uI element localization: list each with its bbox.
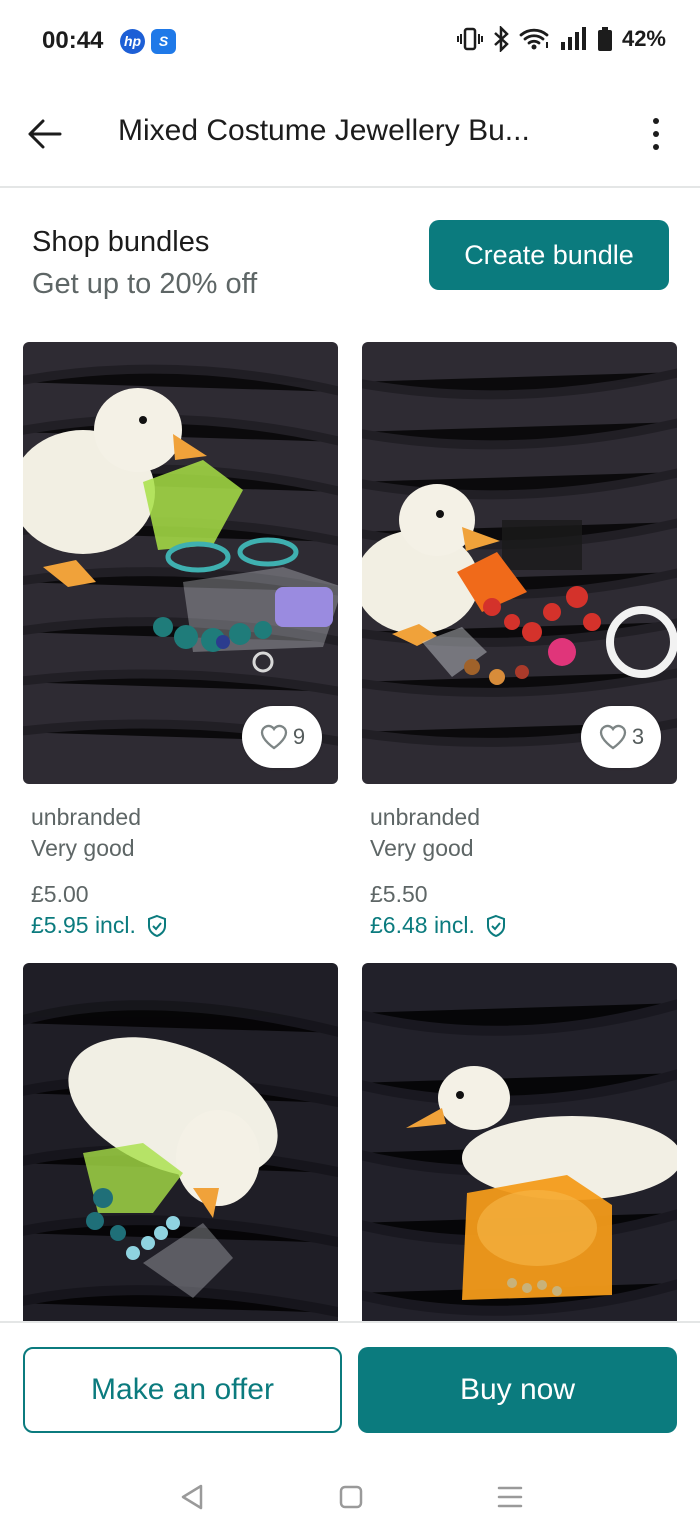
heart-icon [260, 724, 288, 750]
favourite-count: 9 [292, 724, 306, 749]
item-photo[interactable] [23, 963, 338, 1323]
signal-icon [560, 27, 586, 50]
item-price-incl-text: £5.95 incl. [31, 912, 136, 938]
item-condition: Very good [31, 835, 135, 861]
status-icons: 42% [456, 26, 666, 52]
shield-check-icon[interactable] [146, 914, 168, 938]
shazam-icon: S [151, 29, 176, 54]
item-photo[interactable] [362, 963, 677, 1323]
nav-home-button[interactable] [333, 1479, 369, 1515]
item-price: £5.50 [370, 881, 428, 907]
bluetooth-icon [494, 26, 509, 52]
nav-back-button[interactable] [174, 1479, 210, 1515]
item-photo[interactable]: 3 [362, 342, 677, 784]
hp-app-icon: hp [120, 29, 145, 54]
item-card[interactable] [23, 963, 338, 1323]
home-square-icon [339, 1485, 363, 1509]
status-time: 00:44 [42, 27, 104, 54]
nav-recents-button[interactable] [492, 1479, 528, 1515]
more-options-button[interactable] [636, 110, 676, 158]
item-brand: unbranded [370, 804, 480, 830]
item-price-incl: £6.48 incl. [370, 912, 507, 939]
arrow-left-icon [28, 119, 62, 149]
item-price: £5.00 [31, 881, 89, 907]
back-button[interactable] [22, 112, 66, 156]
battery-percentage: 42% [621, 26, 666, 51]
bundle-subtitle: Get up to 20% off [32, 268, 258, 300]
vibrate-icon [456, 27, 483, 51]
item-brand: unbranded [31, 804, 141, 830]
battery-icon [597, 27, 612, 51]
favourite-button[interactable]: 9 [242, 706, 322, 768]
wifi-icon [519, 28, 549, 50]
app-header: Mixed Costume Jewellery Bu... [0, 84, 700, 188]
bundle-title: Shop bundles [32, 226, 210, 258]
page-title: Mixed Costume Jewellery Bu... [118, 114, 530, 147]
back-triangle-icon [181, 1484, 203, 1510]
item-card[interactable] [362, 963, 677, 1323]
more-vertical-icon [653, 118, 659, 124]
system-nav-bar [0, 1455, 700, 1540]
status-bar: 00:44 hp S 42% [0, 0, 700, 84]
shield-check-icon[interactable] [485, 914, 507, 938]
item-price-incl-text: £6.48 incl. [370, 912, 475, 938]
item-price-incl: £5.95 incl. [31, 912, 168, 939]
heart-icon [599, 724, 627, 750]
create-bundle-button[interactable]: Create bundle [429, 220, 669, 290]
recents-lines-icon [497, 1486, 523, 1508]
item-condition: Very good [370, 835, 474, 861]
item-photo[interactable]: 9 [23, 342, 338, 784]
favourite-button[interactable]: 3 [581, 706, 661, 768]
favourite-count: 3 [631, 724, 645, 749]
buy-now-button[interactable]: Buy now [358, 1347, 677, 1433]
make-offer-button[interactable]: Make an offer [23, 1347, 342, 1433]
